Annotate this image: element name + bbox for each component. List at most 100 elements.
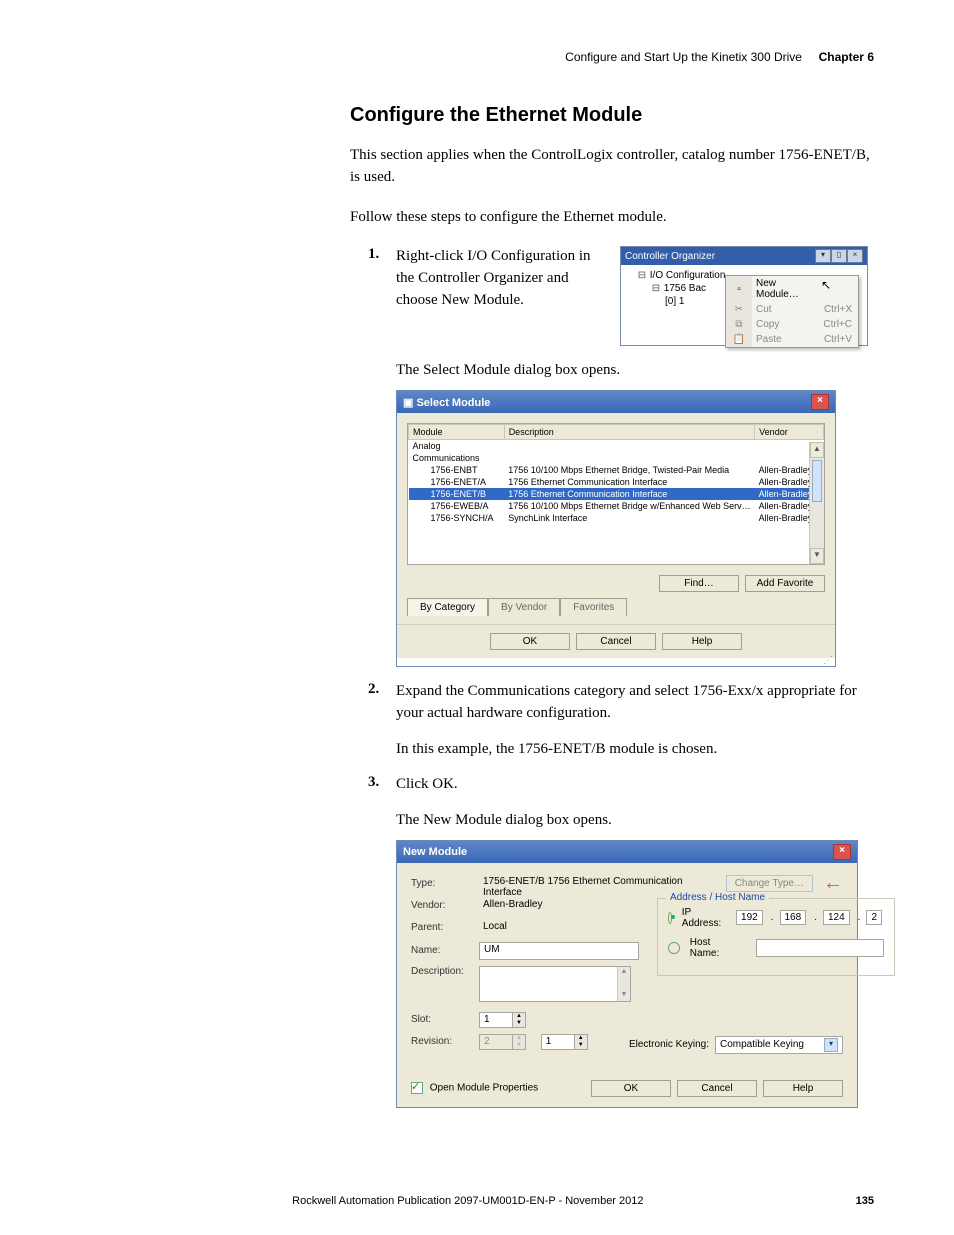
description-label: Description: bbox=[411, 966, 473, 977]
type-label: Type: bbox=[411, 878, 473, 889]
col-vendor[interactable]: Vendor bbox=[755, 425, 824, 440]
step-number: 3. bbox=[368, 774, 379, 791]
step-2-result: In this example, the 1756-ENET/B module … bbox=[396, 739, 874, 761]
slot-stepper[interactable]: 1 ▲▼ bbox=[479, 1012, 526, 1028]
open-module-properties-label: Open Module Properties bbox=[430, 1083, 538, 1094]
electronic-keying-dropdown[interactable]: Compatible Keying ▾ bbox=[715, 1036, 843, 1054]
vendor-value: Allen-Bradley bbox=[479, 898, 597, 914]
col-module[interactable]: Module bbox=[409, 425, 505, 440]
revision-major-stepper[interactable]: 2 ▲▼ bbox=[479, 1034, 526, 1050]
menu-item-cut[interactable]: ✂ CutCtrl+X bbox=[726, 302, 858, 317]
intro-paragraph-2: Follow these steps to configure the Ethe… bbox=[350, 207, 874, 229]
tab-by-vendor[interactable]: By Vendor bbox=[488, 598, 560, 616]
module-row[interactable]: 1756-ENET/A1756 Ethernet Communication I… bbox=[409, 476, 824, 488]
change-type-button[interactable]: Change Type… bbox=[726, 875, 813, 892]
col-description[interactable]: Description bbox=[504, 425, 754, 440]
tab-favorites[interactable]: Favorites bbox=[560, 598, 627, 616]
slot-label: Slot: bbox=[411, 1014, 473, 1025]
help-button[interactable]: Help bbox=[662, 633, 742, 650]
host-name-field[interactable] bbox=[756, 939, 884, 957]
step-3: 3. Click OK. The New Module dialog box o… bbox=[350, 774, 874, 1108]
help-button[interactable]: Help bbox=[763, 1080, 843, 1097]
chevron-down-icon[interactable]: ▾ bbox=[824, 1038, 838, 1052]
panel-dropdown-icon[interactable]: ▾ bbox=[815, 249, 831, 263]
type-value: 1756-ENET/B 1756 Ethernet Communication … bbox=[479, 875, 720, 891]
tree-collapse-icon[interactable]: ⊟ bbox=[637, 270, 647, 281]
panel-pin-icon[interactable]: ▯ bbox=[831, 249, 847, 263]
parent-label: Parent: bbox=[411, 922, 473, 933]
section-title: Configure the Ethernet Module bbox=[350, 104, 874, 127]
name-field[interactable]: UM bbox=[479, 942, 639, 960]
ip-octet-1[interactable]: 192 bbox=[736, 910, 763, 925]
header-title: Configure and Start Up the Kinetix 300 D… bbox=[565, 50, 802, 64]
category-analog[interactable]: Analog bbox=[409, 440, 824, 453]
menu-item-new-module[interactable]: ▫ New Module… bbox=[726, 276, 858, 302]
page-number: 135 bbox=[856, 1195, 874, 1207]
ip-octet-3[interactable]: 124 bbox=[823, 910, 850, 925]
tree-collapse-icon[interactable]: ⊟ bbox=[651, 283, 661, 294]
tree-node-io-configuration[interactable]: I/O Configuration bbox=[650, 270, 726, 281]
scroll-thumb[interactable] bbox=[812, 460, 822, 502]
ip-address-radio[interactable] bbox=[668, 912, 672, 924]
add-favorite-button[interactable]: Add Favorite bbox=[745, 575, 825, 592]
cancel-button[interactable]: Cancel bbox=[576, 633, 656, 650]
menu-item-paste[interactable]: 📋 PasteCtrl+V bbox=[726, 332, 858, 347]
step-3-text: Click OK. bbox=[396, 774, 874, 796]
ip-octet-4[interactable]: 2 bbox=[866, 910, 882, 925]
controller-organizer-panel: Controller Organizer ▾ ▯ × ⊟ I/O Configu… bbox=[620, 246, 868, 346]
scroll-up-icon[interactable]: ▲ bbox=[810, 442, 824, 458]
vendor-label: Vendor: bbox=[411, 900, 473, 911]
tree-node-slot0[interactable]: [0] 1 bbox=[665, 296, 684, 307]
paste-icon: 📋 bbox=[726, 332, 752, 347]
grid-scrollbar[interactable]: ▲ ▼ bbox=[809, 442, 824, 564]
new-module-title: New Module bbox=[403, 846, 467, 858]
slot-value[interactable]: 1 bbox=[479, 1012, 513, 1028]
open-module-properties-checkbox[interactable] bbox=[411, 1082, 423, 1094]
step-3-result: The New Module dialog box opens. bbox=[396, 810, 874, 832]
intro-paragraph-1: This section applies when the ControlLog… bbox=[350, 145, 874, 189]
cancel-button[interactable]: Cancel bbox=[677, 1080, 757, 1097]
name-label: Name: bbox=[411, 945, 473, 956]
step-number: 2. bbox=[368, 681, 379, 698]
address-hostname-group: Address / Host Name IP Address: 192. 168… bbox=[657, 898, 895, 976]
revision-major-value: 2 bbox=[479, 1034, 513, 1050]
revision-minor-stepper[interactable]: 1 ▲▼ bbox=[541, 1034, 588, 1050]
copy-icon: ⧉ bbox=[726, 317, 752, 332]
textarea-scrollbar[interactable]: ▲ ▼ bbox=[617, 967, 630, 1001]
controller-organizer-titlebar: Controller Organizer ▾ ▯ × bbox=[621, 247, 867, 265]
scroll-down-icon[interactable]: ▼ bbox=[810, 548, 824, 564]
controller-organizer-tree[interactable]: ⊟ I/O Configuration ⊟ 1756 Bac [0] 1 bbox=[621, 265, 867, 345]
module-row[interactable]: 1756-EWEB/A1756 10/100 Mbps Ethernet Bri… bbox=[409, 500, 824, 512]
close-icon[interactable]: × bbox=[833, 844, 851, 860]
tab-by-category[interactable]: By Category bbox=[407, 598, 488, 616]
scroll-down-icon[interactable]: ▼ bbox=[618, 990, 630, 1001]
electronic-keying-label: Electronic Keying: bbox=[629, 1039, 709, 1050]
ip-octet-2[interactable]: 168 bbox=[780, 910, 807, 925]
revision-minor-value[interactable]: 1 bbox=[541, 1034, 575, 1050]
resize-grip-icon[interactable]: ⋰ bbox=[397, 658, 835, 666]
select-module-dialog: ▣ Select Module × Module Description Ven… bbox=[396, 390, 836, 667]
ok-button[interactable]: OK bbox=[490, 633, 570, 650]
ok-button[interactable]: OK bbox=[591, 1080, 671, 1097]
find-button[interactable]: Find… bbox=[659, 575, 739, 592]
host-name-radio[interactable] bbox=[668, 942, 680, 954]
close-icon[interactable]: × bbox=[811, 394, 829, 410]
page-footer: Rockwell Automation Publication 2097-UM0… bbox=[80, 1195, 874, 1207]
module-grid[interactable]: Module Description Vendor Analog Communi… bbox=[407, 423, 825, 565]
step-number: 1. bbox=[368, 246, 379, 263]
panel-close-icon[interactable]: × bbox=[847, 249, 863, 263]
category-communications[interactable]: Communications bbox=[409, 452, 824, 464]
tree-node-backplane[interactable]: 1756 Bac bbox=[664, 283, 706, 294]
callout-arrow-icon: ← bbox=[823, 878, 843, 888]
module-row[interactable]: 1756-SYNCH/ASynchLink InterfaceAllen-Bra… bbox=[409, 512, 824, 524]
module-row-selected[interactable]: 1756-ENET/B1756 Ethernet Communication I… bbox=[409, 488, 824, 500]
parent-value: Local bbox=[479, 920, 597, 936]
step-2-text: Expand the Communications category and s… bbox=[396, 681, 874, 725]
description-field[interactable]: ▲ ▼ bbox=[479, 966, 631, 1002]
new-module-dialog: New Module × Type: 1756-ENET/B 1756 Ethe… bbox=[396, 840, 858, 1108]
scroll-up-icon[interactable]: ▲ bbox=[618, 967, 630, 978]
context-menu: ▫ New Module… ✂ CutCtrl+X ⧉ bbox=[725, 275, 859, 348]
module-row[interactable]: 1756-ENBT1756 10/100 Mbps Ethernet Bridg… bbox=[409, 464, 824, 476]
menu-item-copy[interactable]: ⧉ CopyCtrl+C bbox=[726, 317, 858, 332]
step-1-result: The Select Module dialog box opens. bbox=[396, 360, 874, 382]
